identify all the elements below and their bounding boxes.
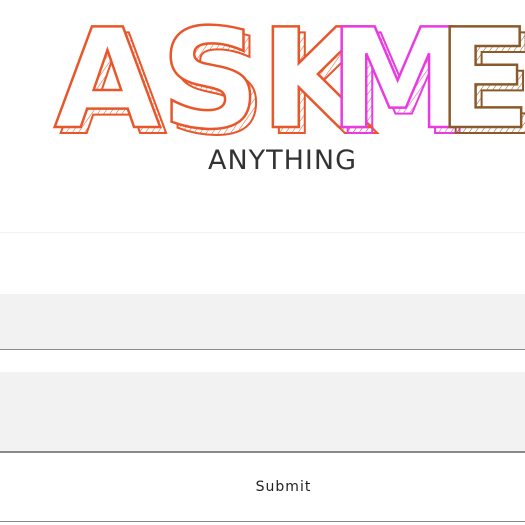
submit-button[interactable]: Submit — [0, 452, 525, 522]
page: ASK M E ASK M E ANYTHING Submit — [0, 0, 525, 525]
hero-subtitle: ANYTHING — [207, 145, 358, 176]
logo-word-ask: ASK — [54, 0, 372, 160]
hero-header: ASK M E ASK M E ANYTHING — [0, 0, 525, 200]
name-input[interactable] — [0, 294, 525, 350]
logo-letter-e: E — [437, 0, 525, 160]
divider — [0, 232, 525, 233]
logo-front: ASK M E — [53, 0, 525, 161]
question-textarea[interactable] — [0, 372, 525, 452]
